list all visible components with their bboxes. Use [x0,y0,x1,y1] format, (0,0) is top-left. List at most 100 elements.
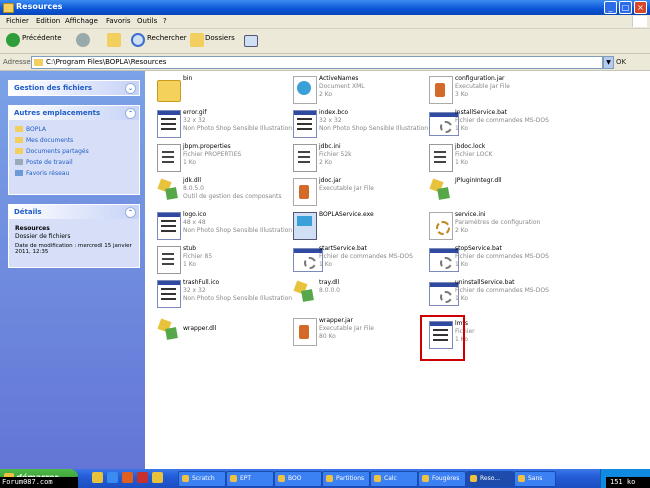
file-tasks-header[interactable]: Gestion des fichiers ⌄ [9,81,139,95]
toolbar: Précédente Rechercher Dossiers [0,29,650,54]
file-item[interactable]: jdbc.ini Fichier 52k 2 Ko [287,142,409,176]
file-item[interactable]: jbpm.properties Fichier PROPERTIES 1 Ko [151,142,273,176]
app-icon [422,475,429,482]
windows-logo-icon [632,16,647,27]
address-path: C:\Program Files\BOPLA\Resources [46,58,167,66]
place-link[interactable]: BOPLA [15,126,46,133]
file-item[interactable]: startService.bat Fichier de commandes MS-… [287,244,413,278]
file-item[interactable]: wrapper.jar Executable Jar File 80 Ko [287,316,409,350]
place-link[interactable]: Favoris réseau [15,170,69,177]
file-item[interactable]: stopService.bat Fichier de commandes MS-D… [423,244,549,278]
menu-favorites[interactable]: Favoris [106,17,131,25]
taskbar-button[interactable]: Scratch [178,471,226,487]
details-name: Resources [15,225,50,232]
ini-file-icon [429,212,453,240]
menu-file[interactable]: Fichier [6,17,29,25]
go-button[interactable]: OK [616,58,626,66]
jar-file-icon [293,178,317,206]
back-arrow-icon[interactable] [6,33,20,47]
taskbar-button[interactable]: Sans [514,471,556,487]
folders-button[interactable]: Dossiers [205,34,235,42]
file-item[interactable]: JPluginIntegr.dll [423,176,545,210]
folder-icon [15,126,23,132]
up-folder-icon[interactable] [107,33,121,47]
address-bar: Adresse C:\Program Files\BOPLA\Resources… [0,54,650,71]
place-link[interactable]: Mes documents [15,137,73,144]
folders-icon[interactable] [190,33,204,47]
taskbar-button[interactable]: EPT [226,471,274,487]
file-list-view: bin ActiveNames Document XML 2 Ko configur… [145,71,650,469]
file-item[interactable]: ActiveNames Document XML 2 Ko [287,74,409,108]
chevron-down-icon[interactable]: ⌄ [125,83,136,94]
file-item[interactable]: jdoc.jar Executable Jar File [287,176,409,210]
file-item[interactable]: stub Fichier 85 1 Ko [151,244,273,278]
taskbar-button[interactable]: BOO [274,471,322,487]
file-item[interactable]: service.ini Paramètres de configuration 2 … [423,210,545,244]
app-icon [518,475,525,482]
file-item[interactable]: uninstallService.bat Fichier de commandes… [423,278,549,312]
file-item[interactable]: bin [151,74,273,108]
search-button[interactable]: Rechercher [147,34,187,42]
image-file-icon [157,110,181,138]
details-modified: Date de modification : mercredi 15 janvi… [15,243,132,255]
taskbar-button[interactable]: Fougères [418,471,466,487]
taskbar-button-active[interactable]: Reso... [466,471,514,487]
views-icon[interactable] [244,35,258,47]
file-item[interactable]: error.gif 32 x 32 Non Photo Shop Sensible … [151,108,292,142]
jar-file-icon [429,76,453,104]
ie-icon[interactable] [107,472,118,483]
firefox-icon[interactable] [122,472,133,483]
app-icon [326,475,333,482]
other-places-panel: Autres emplacements ⌃ BOPLA Mes document… [8,105,140,195]
window-title: Resources [16,2,63,11]
chevron-up-icon[interactable]: ⌃ [125,108,136,119]
folder-icon [470,475,477,482]
search-icon[interactable] [131,33,145,47]
close-button[interactable]: × [634,1,647,14]
address-label: Adresse [3,58,31,66]
maximize-button[interactable]: □ [619,1,632,14]
text-file-icon [157,246,181,274]
menu-tools[interactable]: Outils [137,17,157,25]
image-file-icon [157,212,181,240]
menu-view[interactable]: Affichage [65,17,98,25]
menu-help[interactable]: ? [163,17,167,25]
dll-file-icon [293,280,315,306]
file-item[interactable]: wrapper.dll [151,316,273,350]
taskbar-button[interactable]: Calc [370,471,418,487]
dll-file-icon [157,318,179,344]
file-item[interactable]: logo.ico 48 x 48 Non Photo Shop Sensible I… [151,210,292,244]
file-item[interactable]: trashFull.ico 32 x 32 Non Photo Shop Sensi… [151,278,292,312]
back-button[interactable]: Précédente [22,34,62,42]
dll-file-icon [157,178,179,204]
taskbar-button[interactable]: Partitions [322,471,370,487]
file-item[interactable]: jdk.dll 8.0.5.0 Outil de gestion des compo… [151,176,281,210]
menu-edit[interactable]: Edition [36,17,60,25]
other-places-header[interactable]: Autres emplacements ⌃ [9,106,139,120]
file-item[interactable]: configuration.jar Executable Jar File 3 Ko [423,74,545,108]
details-panel: Détails ⌃ Resources Dossier de fichiers … [8,204,140,268]
task-pane: Gestion des fichiers ⌄ Autres emplacemen… [0,71,145,469]
quicklaunch-icon[interactable] [152,472,163,483]
file-item[interactable]: index.bco 32 x 32 Non Photo Shop Sensible … [287,108,428,142]
place-link[interactable]: Poste de travail [15,159,73,166]
address-dropdown-button[interactable]: ▼ [603,56,614,69]
details-title: Détails [14,208,42,216]
folder-icon [157,80,181,102]
file-item[interactable]: BOPLAService.exe [287,210,409,244]
folder-icon [15,148,23,154]
quicklaunch-icon[interactable] [137,472,148,483]
details-header[interactable]: Détails ⌃ [9,205,139,219]
file-item[interactable]: tray.dll 8.0.0.0 [287,278,409,312]
jar-file-icon [293,318,317,346]
place-link[interactable]: Documents partagés [15,148,89,155]
forward-arrow-icon[interactable] [76,33,90,47]
chevron-up-icon[interactable]: ⌃ [125,207,136,218]
file-tasks-panel: Gestion des fichiers ⌄ [8,80,140,96]
minimize-button[interactable]: _ [604,1,617,14]
file-item[interactable]: InstallService.bat Fichier de commandes M… [423,108,549,142]
quicklaunch-icon[interactable] [92,472,103,483]
folder-icon [3,3,14,13]
address-input[interactable]: C:\Program Files\BOPLA\Resources [31,56,603,69]
file-item[interactable]: jbdoc.lock Fichier LOCK 1 Ko [423,142,545,176]
